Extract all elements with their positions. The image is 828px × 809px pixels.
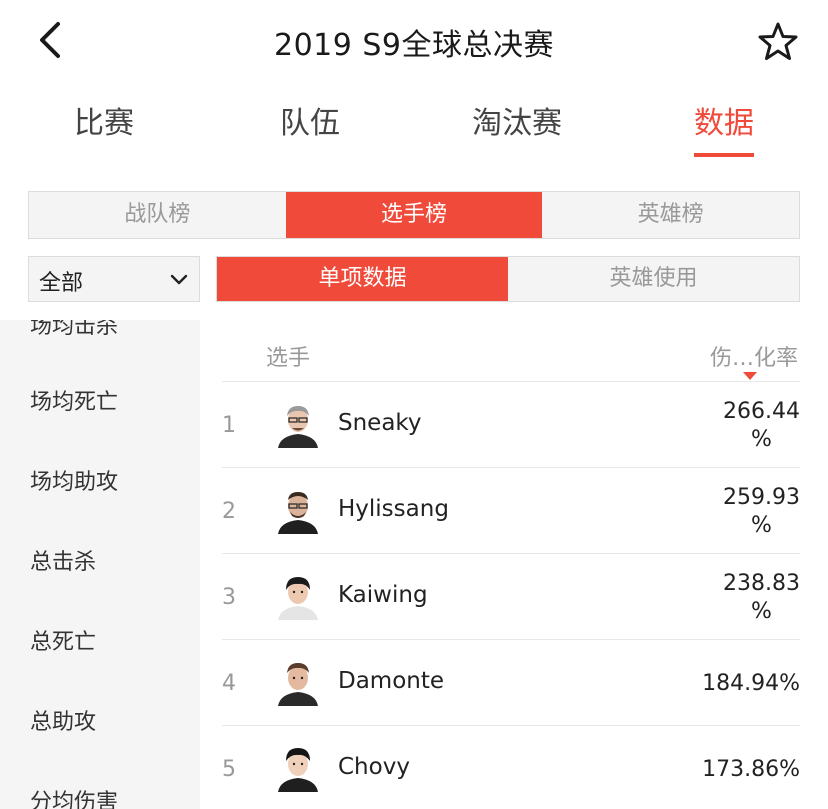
filter-value: 全部 [39, 271, 84, 296]
tab-teams[interactable]: 队伍 [280, 98, 340, 142]
page-title: 2019 S9全球总决赛 [273, 28, 554, 63]
sidebar-item-avg-kills[interactable]: 场均击杀 [30, 320, 118, 340]
tab-label: 数据 [694, 106, 754, 141]
chevron-down-icon [170, 274, 188, 285]
stat-value: 184.94% [702, 670, 800, 698]
rank: 1 [222, 413, 236, 438]
sidebar-item-dpm[interactable]: 分均伤害 [30, 784, 118, 809]
header: 2019 S9全球总决赛 [0, 0, 828, 80]
main-tabs: 比赛 队伍 淘汰赛 数据 [0, 92, 828, 162]
player-name: Damonte [338, 668, 445, 694]
sidebar-item-total-assists[interactable]: 总助攻 [30, 704, 96, 736]
seg-hero-usage[interactable]: 英雄使用 [508, 257, 799, 301]
rank: 2 [222, 499, 236, 524]
tab-data[interactable]: 数据 [694, 98, 754, 157]
favorite-button[interactable] [756, 20, 800, 64]
column-header-stat[interactable]: 伤…化率 [710, 340, 798, 372]
stat-value: 266.44% [723, 398, 800, 454]
player-avatar [274, 658, 322, 706]
star-outline-icon [758, 22, 798, 60]
sidebar-item-total-kills[interactable]: 总击杀 [30, 544, 96, 576]
data-type-segment: 单项数据 英雄使用 [216, 256, 800, 302]
stat-value-number: 259.93 [723, 485, 800, 510]
player-avatar [274, 400, 322, 448]
sidebar-item-total-deaths[interactable]: 总死亡 [30, 624, 96, 656]
stat-value-unit: % [751, 513, 772, 538]
stat-value: 173.86% [702, 756, 800, 784]
stat-value-unit: % [751, 427, 772, 452]
tab-label: 队伍 [280, 106, 340, 141]
filter-dropdown[interactable]: 全部 [28, 256, 200, 302]
tab-label: 比赛 [74, 106, 134, 141]
player-stats-table: 选手 伤…化率 1 Sneaky 266.44% 2 Hylissang 259… [200, 320, 828, 809]
tab-knockout[interactable]: 淘汰赛 [472, 98, 562, 142]
sort-desc-icon[interactable] [743, 372, 757, 380]
tab-matches[interactable]: 比赛 [74, 98, 134, 142]
rank: 3 [222, 585, 236, 610]
sidebar-item-avg-assists[interactable]: 场均助攻 [30, 464, 118, 496]
tab-label: 淘汰赛 [472, 106, 562, 141]
seg-single-stats[interactable]: 单项数据 [217, 257, 508, 301]
table-row[interactable]: 5 Chovy 173.86% [222, 725, 800, 809]
stat-value-unit: % [751, 599, 772, 624]
stat-value: 238.83% [723, 570, 800, 626]
player-name: Sneaky [338, 410, 422, 436]
ranking-type-segment: 战队榜 选手榜 英雄榜 [28, 191, 800, 239]
sidebar-item-avg-deaths[interactable]: 场均死亡 [30, 384, 118, 416]
seg-hero-ranking[interactable]: 英雄榜 [542, 192, 799, 238]
player-name: Hylissang [338, 496, 449, 522]
rank: 4 [222, 671, 236, 696]
stat-category-sidebar[interactable]: 场均击杀 场均死亡 场均助攻 总击杀 总死亡 总助攻 分均伤害 [0, 320, 200, 809]
player-avatar [274, 744, 322, 792]
player-avatar [274, 486, 322, 534]
seg-team-ranking[interactable]: 战队榜 [29, 192, 286, 238]
table-row[interactable]: 4 Damonte 184.94% [222, 639, 800, 725]
player-avatar [274, 572, 322, 620]
player-name: Kaiwing [338, 582, 428, 608]
column-header-player: 选手 [266, 346, 311, 371]
rank: 5 [222, 757, 236, 782]
stat-value: 259.93% [723, 484, 800, 540]
stat-value-number: 238.83 [723, 571, 800, 596]
player-name: Chovy [338, 754, 410, 780]
table-row[interactable]: 3 Kaiwing 238.83% [222, 553, 800, 639]
seg-player-ranking[interactable]: 选手榜 [285, 192, 543, 238]
table-row[interactable]: 2 Hylissang 259.93% [222, 467, 800, 553]
active-tab-indicator [694, 153, 754, 157]
stat-value-number: 184.94% [702, 671, 800, 696]
stat-value-number: 266.44 [723, 399, 800, 424]
table-row[interactable]: 1 Sneaky 266.44% [222, 381, 800, 467]
stat-value-number: 173.86% [702, 757, 800, 782]
